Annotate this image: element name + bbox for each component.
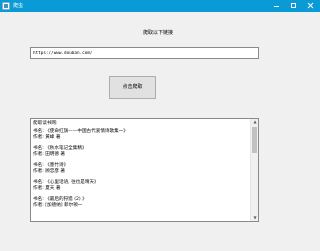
- scrollbar-thumb[interactable]: [252, 127, 257, 153]
- fetch-button[interactable]: 点击爬取: [109, 76, 156, 99]
- book-author: 作者: 夏天 著: [33, 186, 61, 191]
- scroll-down-arrow-icon[interactable]: ▼: [252, 215, 258, 221]
- book-entry: 书名: 《使命红旗——中国古代爱情诗歌集一》 作者: 黄峰 著: [33, 129, 249, 141]
- title-bar[interactable]: 爬虫: [0, 0, 320, 12]
- page-heading: 爬取以下链接: [142, 30, 173, 36]
- results-textbox[interactable]: 爬取读书网: 书名: 《使命红旗——中国古代爱情诗歌集一》 作者: 黄峰 著 书…: [30, 118, 259, 222]
- close-button[interactable]: [303, 0, 318, 12]
- url-input[interactable]: [30, 47, 259, 59]
- book-entry: 书名: 《心里话语, 往也是晴天》 作者: 夏天 著: [33, 180, 249, 192]
- book-author: 作者: 黄峰 著: [33, 135, 61, 140]
- vertical-scrollbar[interactable]: ▲ ▼: [250, 119, 258, 221]
- book-entry: 书名: 《墨竹诗》 作者: 顾忠彦 著: [33, 163, 249, 175]
- minimize-icon: [274, 6, 279, 7]
- maximize-icon: [291, 3, 296, 8]
- results-content: 爬取读书网: 书名: 《使命红旗——中国古代爱情诗歌集一》 作者: 黄峰 著 书…: [33, 121, 249, 214]
- results-header: 爬取读书网:: [33, 121, 58, 126]
- scroll-up-arrow-icon[interactable]: ▲: [252, 119, 258, 125]
- book-author: 作者: [加德纳] 菲尔顿一: [33, 203, 83, 208]
- window-title: 爬虫: [13, 3, 24, 9]
- book-author: 作者: 顾忠彦 著: [33, 169, 66, 174]
- app-icon: [2, 2, 10, 10]
- book-author: 作者: 田明德 著: [33, 152, 66, 157]
- close-icon: [307, 2, 314, 9]
- maximize-button[interactable]: [286, 0, 301, 12]
- book-entry: 书名: 《秋水笔记全集精》 作者: 田明德 著: [33, 146, 249, 158]
- minimize-button[interactable]: [269, 0, 284, 12]
- book-entry: 书名: 《最后的狩猎 (2) 》 作者: [加德纳] 菲尔顿一: [33, 197, 249, 209]
